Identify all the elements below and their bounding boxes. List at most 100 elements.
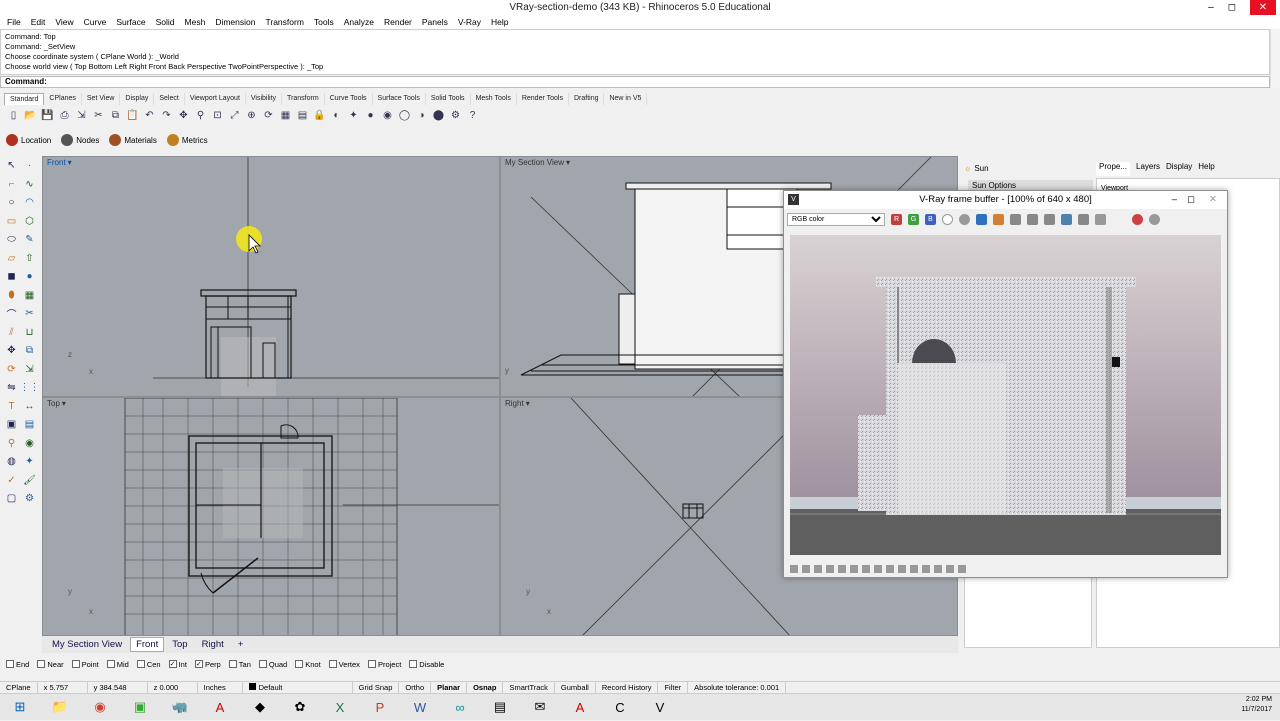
- srgb-icon[interactable]: [922, 565, 930, 573]
- menu-dimension[interactable]: Dimension: [210, 15, 260, 29]
- trim-icon[interactable]: ✂: [22, 306, 37, 321]
- green-channel-button[interactable]: G: [908, 213, 919, 225]
- osnap-knot[interactable]: Knot: [295, 660, 321, 669]
- osnap-tan[interactable]: Tan: [228, 660, 251, 669]
- polygon-icon[interactable]: ⬡: [22, 214, 37, 229]
- vray-metrics-button[interactable]: Metrics: [166, 134, 208, 146]
- minimize-button[interactable]: –: [1208, 0, 1214, 15]
- extrude-icon[interactable]: ⇧: [22, 251, 37, 266]
- layer-icon[interactable]: ▤: [22, 417, 37, 432]
- light-icon[interactable]: ✦: [346, 108, 361, 123]
- alpha-icon[interactable]: [942, 213, 953, 225]
- rendered-icon[interactable]: ⬤: [431, 108, 446, 123]
- ortho-toggle[interactable]: Ortho: [399, 682, 432, 693]
- group-icon[interactable]: ▣: [4, 417, 19, 432]
- toolbar-tab[interactable]: Viewport Layout: [185, 93, 246, 105]
- toolbar-tab[interactable]: Curve Tools: [325, 93, 373, 105]
- help-icon[interactable]: ?: [465, 108, 480, 123]
- redo-icon[interactable]: ↷: [159, 108, 174, 123]
- rotate-view-icon[interactable]: ⟳: [261, 108, 276, 123]
- menu-edit[interactable]: Edit: [26, 15, 51, 29]
- osnap-disable[interactable]: Disable: [409, 660, 444, 669]
- app-green-icon[interactable]: ▣: [120, 694, 160, 721]
- viewport-tab[interactable]: My Section View: [46, 637, 128, 652]
- check-icon[interactable]: ✓: [4, 473, 19, 488]
- mesh-icon[interactable]: ▦: [22, 288, 37, 303]
- add-viewport-tab-icon[interactable]: +: [232, 637, 250, 652]
- sun-tab[interactable]: ☼ Sun: [964, 162, 1094, 174]
- checkbox[interactable]: ✓: [168, 660, 177, 668]
- new-icon[interactable]: ▯: [6, 108, 21, 123]
- menu-transform[interactable]: Transform: [260, 15, 308, 29]
- tab-display[interactable]: Display: [1166, 162, 1192, 176]
- file-explorer-icon[interactable]: 📁: [40, 694, 80, 721]
- sphere-icon[interactable]: ◯: [397, 108, 412, 123]
- app-c-icon[interactable]: C: [600, 694, 640, 721]
- vfb-maximize-button[interactable]: ◻: [1187, 191, 1195, 209]
- levels-icon[interactable]: [850, 565, 858, 573]
- load-image-icon[interactable]: [993, 213, 1004, 225]
- toolbar-tab[interactable]: Display: [120, 93, 155, 105]
- rhino-icon[interactable]: 🦏: [160, 694, 200, 721]
- checkbox[interactable]: [409, 660, 418, 668]
- history-scrollbar[interactable]: [1270, 29, 1280, 88]
- chrome-icon[interactable]: ◉: [80, 694, 120, 721]
- mirror-icon[interactable]: ⇋: [4, 380, 19, 395]
- vray-nodes-button[interactable]: Nodes: [61, 134, 99, 146]
- menu-curve[interactable]: Curve: [79, 15, 112, 29]
- scale-icon[interactable]: ⇲: [22, 362, 37, 377]
- menu-tools[interactable]: Tools: [309, 15, 339, 29]
- menu-render[interactable]: Render: [379, 15, 417, 29]
- channel-select[interactable]: RGB color: [787, 212, 885, 226]
- checkbox[interactable]: [295, 660, 304, 668]
- save-icon[interactable]: 💾: [40, 108, 55, 123]
- snapshot-icon[interactable]: ▢: [4, 491, 19, 506]
- app-teal-icon[interactable]: ◆: [240, 694, 280, 721]
- viewport-tab[interactable]: Top: [166, 637, 193, 652]
- toolbar-tab[interactable]: Standard: [4, 93, 45, 105]
- array-icon[interactable]: ⋮⋮: [20, 380, 40, 395]
- menu-view[interactable]: View: [50, 15, 78, 29]
- rectangle-icon[interactable]: ▭: [4, 214, 19, 229]
- info-icon[interactable]: [958, 565, 966, 573]
- settings-icon[interactable]: [802, 565, 810, 573]
- menu-analyze[interactable]: Analyze: [339, 15, 379, 29]
- point-icon[interactable]: ·: [22, 158, 37, 173]
- menu-file[interactable]: File: [2, 15, 26, 29]
- excel-icon[interactable]: X: [320, 694, 360, 721]
- filter-toggle[interactable]: Filter: [658, 682, 689, 693]
- undo-icon[interactable]: ↶: [142, 108, 157, 123]
- toolbar-tab[interactable]: Mesh Tools: [471, 93, 517, 105]
- tab-help[interactable]: Help: [1198, 162, 1214, 176]
- tab-layers[interactable]: Layers: [1136, 162, 1160, 176]
- viewport-top[interactable]: Top ▾ y x: [42, 397, 500, 636]
- menu-solid[interactable]: Solid: [151, 15, 180, 29]
- osnap-vertex[interactable]: Vertex: [328, 660, 360, 669]
- viewport-tab[interactable]: Front: [130, 637, 165, 652]
- split-icon[interactable]: ⫽: [4, 325, 19, 340]
- ocio-icon[interactable]: [898, 565, 906, 573]
- vray-icon[interactable]: V: [640, 694, 680, 721]
- compare-icon[interactable]: [1095, 213, 1106, 225]
- checkbox[interactable]: [6, 660, 14, 668]
- zoom-window-icon[interactable]: ⊡: [210, 108, 225, 123]
- toolbar-tab[interactable]: Surface Tools: [373, 93, 426, 105]
- vray-location-button[interactable]: Location: [6, 134, 51, 146]
- zoom-extents-icon[interactable]: ⤢: [227, 108, 242, 123]
- curve-icon[interactable]: [862, 565, 870, 573]
- osnap-near[interactable]: Near: [37, 660, 64, 669]
- import-icon[interactable]: ⇲: [74, 108, 89, 123]
- join-icon[interactable]: ⊔: [22, 325, 37, 340]
- histogram-icon[interactable]: [934, 565, 942, 573]
- hide-icon[interactable]: ◐: [329, 108, 344, 123]
- gumball-toggle[interactable]: Gumball: [555, 682, 596, 693]
- cylinder-icon[interactable]: ⬮: [4, 288, 19, 303]
- app-pink-icon[interactable]: ✿: [280, 694, 320, 721]
- polyline-icon[interactable]: ⌐: [4, 177, 19, 192]
- material-icon[interactable]: ◍: [4, 454, 19, 469]
- osnap-cen[interactable]: Cen: [136, 660, 161, 669]
- copy-icon[interactable]: ⧉: [108, 108, 123, 123]
- light-icon[interactable]: ✦: [22, 454, 37, 469]
- settings-icon[interactable]: ⚙: [448, 108, 463, 123]
- background-icon[interactable]: [874, 565, 882, 573]
